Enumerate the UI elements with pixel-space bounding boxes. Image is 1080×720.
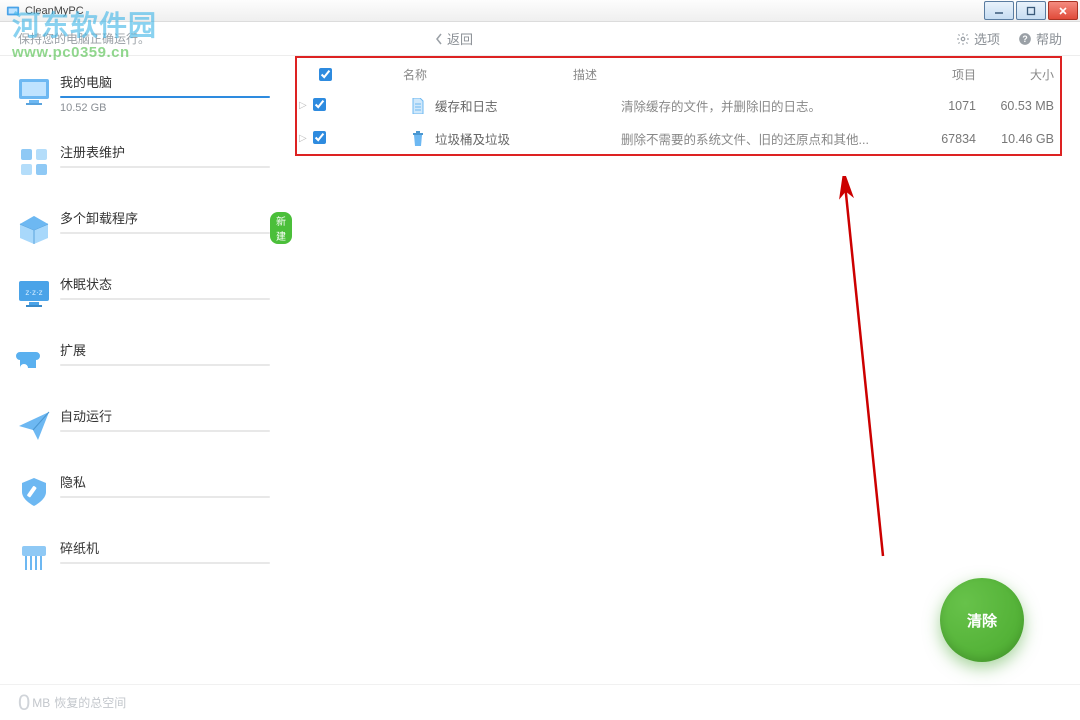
sidebar-item-hibernation[interactable]: z·z·z 休眠状态 bbox=[12, 270, 283, 318]
monitor-icon bbox=[16, 74, 52, 110]
puzzle-icon bbox=[16, 342, 52, 378]
help-icon: ? bbox=[1018, 32, 1032, 46]
row-checkbox[interactable] bbox=[313, 131, 326, 144]
svg-text:?: ? bbox=[1022, 33, 1027, 43]
expand-icon[interactable]: ▷ bbox=[299, 133, 313, 144]
minimize-button[interactable] bbox=[984, 1, 1014, 20]
footer-total-number: 0 bbox=[18, 690, 30, 716]
sidebar-item-uninstaller[interactable]: 多个卸载程序 新建 bbox=[12, 204, 283, 252]
expand-icon[interactable]: ▷ bbox=[299, 100, 313, 111]
file-icon bbox=[407, 98, 429, 114]
sidebar: 我的电脑10.52 GB 注册表维护 多个卸载程序 新建 z·z·z 休眠状态 … bbox=[0, 56, 283, 684]
maximize-button[interactable] bbox=[1016, 1, 1046, 20]
window-title: CleanMyPC bbox=[25, 5, 982, 17]
table-row[interactable]: ▷ 缓存和日志 清除缓存的文件，并删除旧的日志。 1071 60.53 MB bbox=[297, 89, 1062, 122]
sidebar-item-my-computer[interactable]: 我的电脑10.52 GB bbox=[12, 68, 283, 120]
results-table: 名称 描述 项目 大小 ▷ 缓存和日志 清除缓存的文件，并删除旧的日志。 107… bbox=[297, 62, 1062, 155]
col-header-size: 大小 bbox=[986, 66, 1062, 83]
col-header-desc: 描述 bbox=[573, 66, 908, 83]
box-icon bbox=[16, 210, 52, 246]
close-button[interactable] bbox=[1048, 1, 1078, 20]
main-content: 名称 描述 项目 大小 ▷ 缓存和日志 清除缓存的文件，并删除旧的日志。 107… bbox=[283, 56, 1080, 684]
titlebar: CleanMyPC bbox=[0, 0, 1080, 22]
options-button[interactable]: 选项 bbox=[956, 29, 1000, 48]
col-header-name: 名称 bbox=[349, 66, 573, 83]
paper-plane-icon bbox=[16, 408, 52, 444]
gear-icon bbox=[956, 32, 970, 46]
col-header-items: 项目 bbox=[908, 66, 986, 83]
sidebar-item-autorun[interactable]: 自动运行 bbox=[12, 402, 283, 450]
sidebar-item-privacy[interactable]: 隐私 bbox=[12, 468, 283, 516]
chevron-left-icon bbox=[435, 33, 443, 45]
svg-text:z·z·z: z·z·z bbox=[25, 288, 42, 297]
sidebar-item-shredder[interactable]: 碎纸机 bbox=[12, 534, 283, 582]
table-header: 名称 描述 项目 大小 bbox=[297, 62, 1062, 89]
select-all-checkbox[interactable] bbox=[319, 68, 332, 81]
row-checkbox[interactable] bbox=[313, 98, 326, 111]
shredder-icon bbox=[16, 540, 52, 576]
trash-icon bbox=[407, 131, 429, 147]
shield-brush-icon bbox=[16, 474, 52, 510]
table-row[interactable]: ▷ 垃圾桶及垃圾 删除不需要的系统文件、旧的还原点和其他... 67834 10… bbox=[297, 122, 1062, 155]
help-button[interactable]: ? 帮助 bbox=[1018, 29, 1062, 48]
registry-icon bbox=[16, 144, 52, 180]
footer: 0 MB 恢复的总空间 bbox=[0, 684, 1080, 720]
app-icon bbox=[6, 4, 20, 18]
footer-unit: MB bbox=[32, 696, 50, 710]
header: 保持您的电脑正确运行。 返回 选项 ? 帮助 bbox=[0, 22, 1080, 56]
footer-text: 恢复的总空间 bbox=[54, 694, 126, 711]
back-button[interactable]: 返回 bbox=[435, 29, 473, 48]
sidebar-item-registry[interactable]: 注册表维护 bbox=[12, 138, 283, 186]
page-subtitle: 保持您的电脑正确运行。 bbox=[18, 30, 150, 47]
sidebar-item-extensions[interactable]: 扩展 bbox=[12, 336, 283, 384]
annotation-arrow bbox=[783, 176, 943, 576]
sleep-icon: z·z·z bbox=[16, 276, 52, 312]
clean-button[interactable]: 清除 bbox=[940, 578, 1024, 662]
